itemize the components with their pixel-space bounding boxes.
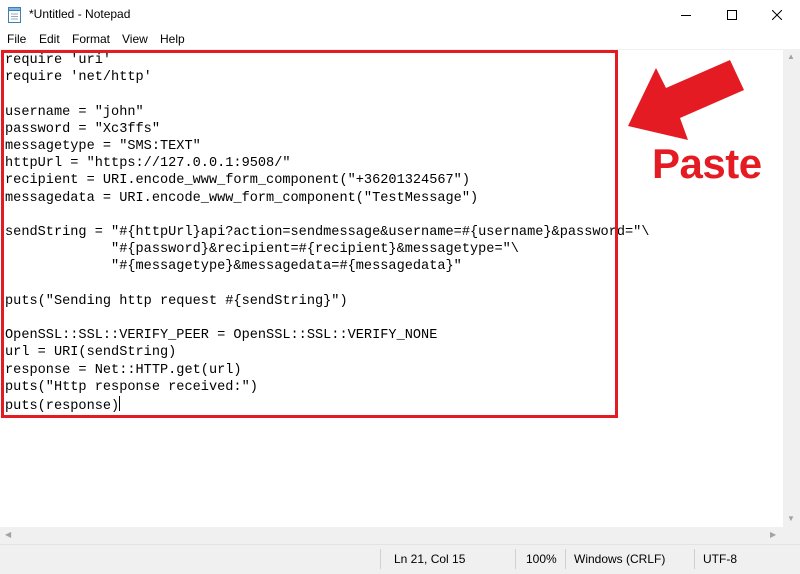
status-divider [565,549,566,569]
horizontal-scrollbar[interactable]: ◀ ▶ [0,527,783,544]
editor-content[interactable]: require 'uri' require 'net/http' usernam… [5,52,649,415]
scroll-right-icon[interactable]: ▶ [770,531,776,539]
menu-view[interactable]: View [122,32,148,46]
zoom-level: 100% [526,552,557,566]
minimize-icon [681,15,691,16]
scroll-left-icon[interactable]: ◀ [5,531,11,539]
scrollbar-corner [783,527,800,544]
menu-edit[interactable]: Edit [39,32,60,46]
menu-format[interactable]: Format [72,32,110,46]
title-bar: *Untitled - Notepad [0,0,800,30]
status-divider [380,549,381,569]
menu-bar: File Edit Format View Help [0,30,800,49]
status-divider [694,549,695,569]
close-button[interactable] [754,0,800,30]
close-icon [772,10,782,20]
scroll-down-icon[interactable]: ▼ [787,515,795,523]
status-bar: Ln 21, Col 15 100% Windows (CRLF) UTF-8 [0,544,800,574]
cursor-position: Ln 21, Col 15 [394,552,466,566]
maximize-button[interactable] [709,0,755,30]
maximize-icon [727,10,737,20]
editor-text: require 'uri' require 'net/http' usernam… [5,53,650,415]
vertical-scrollbar[interactable]: ▲ ▼ [783,49,800,527]
menu-help[interactable]: Help [160,32,185,46]
arrow-pointing-left-down-icon [628,60,744,140]
notepad-icon [8,7,21,23]
status-divider [515,549,516,569]
paste-label: Paste [652,140,762,187]
encoding: UTF-8 [703,552,737,566]
window-title: *Untitled - Notepad [29,7,131,21]
minimize-button[interactable] [663,0,709,30]
line-ending: Windows (CRLF) [574,552,666,566]
text-caret [119,396,121,412]
scroll-up-icon[interactable]: ▲ [787,53,795,61]
menu-file[interactable]: File [7,32,26,46]
